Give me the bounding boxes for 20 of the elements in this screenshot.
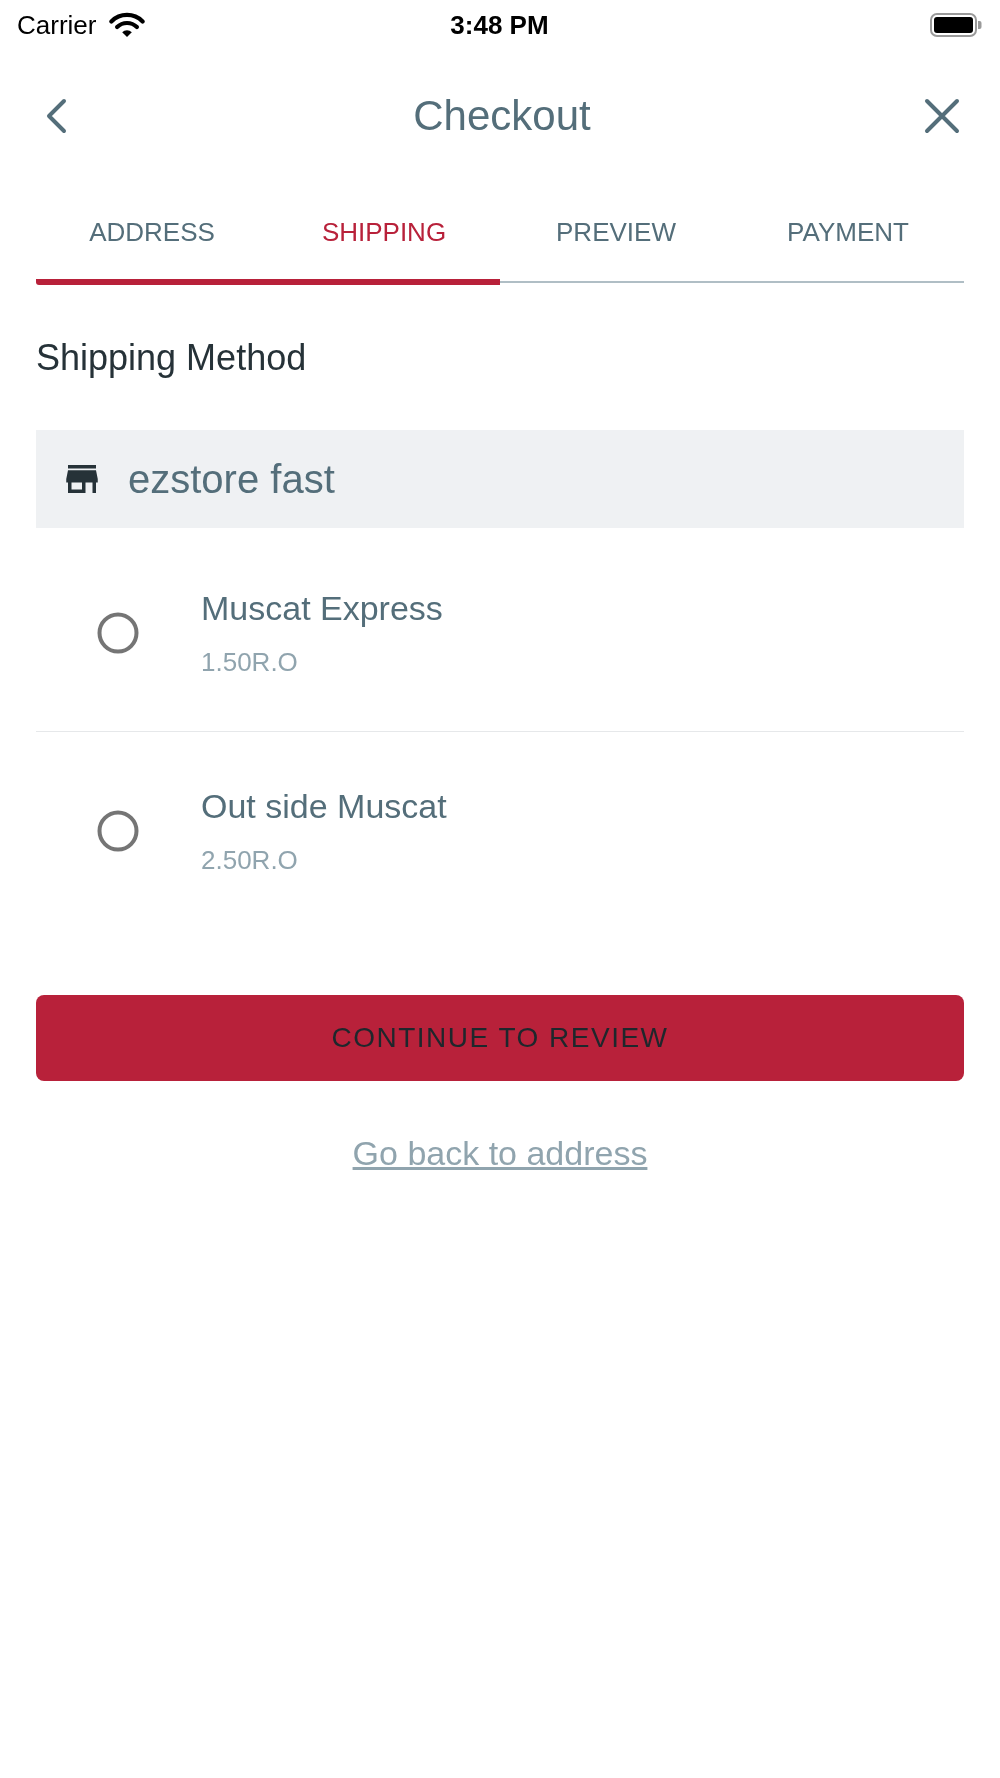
step-tab[interactable]: ADDRESS — [36, 182, 268, 285]
carrier-label: Carrier — [17, 9, 97, 41]
back-icon[interactable] — [44, 98, 68, 134]
option-price: 1.50R.O — [201, 646, 298, 679]
option-name: Out side Muscat — [201, 786, 447, 827]
battery-icon — [930, 13, 982, 37]
step-tab[interactable]: SHIPPING — [268, 182, 500, 285]
store-name: ezstore fast — [128, 456, 335, 503]
wifi-icon — [109, 12, 146, 38]
page-title: Checkout — [413, 91, 591, 141]
step-tab[interactable]: PREVIEW — [500, 182, 732, 283]
close-icon[interactable] — [924, 98, 960, 134]
option-price: 2.50R.O — [201, 844, 298, 877]
option-name: Muscat Express — [201, 588, 443, 629]
step-tab[interactable]: PAYMENT — [732, 182, 964, 283]
store-icon — [66, 465, 98, 493]
section-title: Shipping Method — [36, 336, 307, 380]
status-time: 3:48 PM — [450, 9, 549, 41]
radio-button[interactable] — [97, 611, 139, 654]
radio-button[interactable] — [97, 809, 139, 852]
